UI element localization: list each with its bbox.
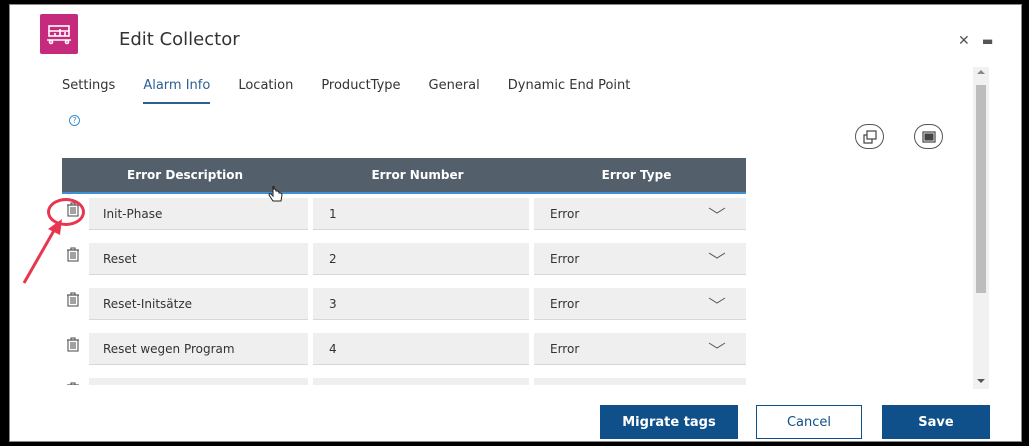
image-icon[interactable]: [914, 124, 943, 149]
table-row: Init-Phase 1 Error: [62, 198, 746, 236]
minimize-icon[interactable]: ▬: [982, 34, 993, 48]
table-row: Reset wegen Program 4 Error: [62, 333, 746, 371]
trash-icon[interactable]: [66, 292, 82, 312]
vertical-scrollbar[interactable]: [973, 67, 989, 389]
error-type-value: Error: [550, 341, 580, 356]
trash-icon[interactable]: [66, 382, 82, 385]
trash-icon[interactable]: [66, 247, 82, 267]
error-number-field[interactable]: 4: [313, 333, 529, 365]
close-icon[interactable]: ✕: [958, 33, 970, 49]
error-description-field[interactable]: Reset-Initsätze: [89, 288, 308, 320]
chevron-down-icon: [708, 342, 726, 349]
tab-settings[interactable]: Settings: [62, 76, 115, 104]
table-header: Error Description Error Number Error Typ…: [62, 158, 746, 194]
error-type-select[interactable]: E: [534, 378, 746, 385]
tab-bar: Settings Alarm Info Location ProductType…: [62, 76, 658, 104]
save-button[interactable]: Save: [882, 405, 990, 439]
tab-dynamic-end-point[interactable]: Dynamic End Point: [508, 76, 631, 104]
column-header-error-type[interactable]: Error Type: [527, 158, 746, 192]
help-icon[interactable]: ?: [69, 115, 80, 126]
error-type-value: Error: [550, 206, 580, 221]
error-type-value: Error: [550, 251, 580, 266]
tab-alarm-info[interactable]: Alarm Info: [143, 76, 211, 104]
hand-cursor-icon: [268, 186, 283, 202]
collector-icon: [40, 14, 78, 54]
table-row: W 5 E: [62, 378, 746, 385]
error-description-field[interactable]: Reset: [89, 243, 308, 275]
chevron-down-icon: [708, 207, 726, 214]
table-row: Reset-Initsätze 3 Error: [62, 288, 746, 326]
scroll-up-icon[interactable]: [977, 70, 985, 74]
annotation-arrow-icon: [22, 219, 62, 284]
tab-product-type[interactable]: ProductType: [321, 76, 400, 104]
error-type-value: Error: [550, 296, 580, 311]
column-header-error-number[interactable]: Error Number: [308, 158, 527, 192]
edit-collector-dialog: Edit Collector ✕ ▬ Settings Alarm Info L…: [9, 4, 1022, 442]
chevron-down-icon: [708, 297, 726, 304]
table-row: Reset 2 Error: [62, 243, 746, 281]
scrollbar-thumb[interactable]: [976, 85, 986, 293]
error-type-select[interactable]: Error: [534, 333, 746, 365]
copy-icon[interactable]: [855, 124, 884, 149]
scroll-down-icon[interactable]: [977, 379, 985, 383]
dialog-title: Edit Collector: [119, 29, 240, 50]
error-description-field[interactable]: Reset wegen Program: [89, 333, 308, 365]
error-number-field[interactable]: 5: [313, 378, 529, 385]
error-type-select[interactable]: Error: [534, 243, 746, 275]
error-type-select[interactable]: Error: [534, 198, 746, 230]
trash-icon[interactable]: [66, 337, 82, 357]
cancel-button[interactable]: Cancel: [756, 405, 862, 439]
chevron-down-icon: [708, 252, 726, 259]
error-description-field[interactable]: W: [89, 378, 308, 385]
error-number-field[interactable]: 1: [313, 198, 529, 230]
error-number-field[interactable]: 2: [313, 243, 529, 275]
tab-location[interactable]: Location: [238, 76, 293, 104]
error-table: Error Description Error Number Error Typ…: [62, 158, 746, 385]
tab-general[interactable]: General: [429, 76, 480, 104]
migrate-tags-button[interactable]: Migrate tags: [600, 405, 738, 439]
error-type-select[interactable]: Error: [534, 288, 746, 320]
error-number-field[interactable]: 3: [313, 288, 529, 320]
